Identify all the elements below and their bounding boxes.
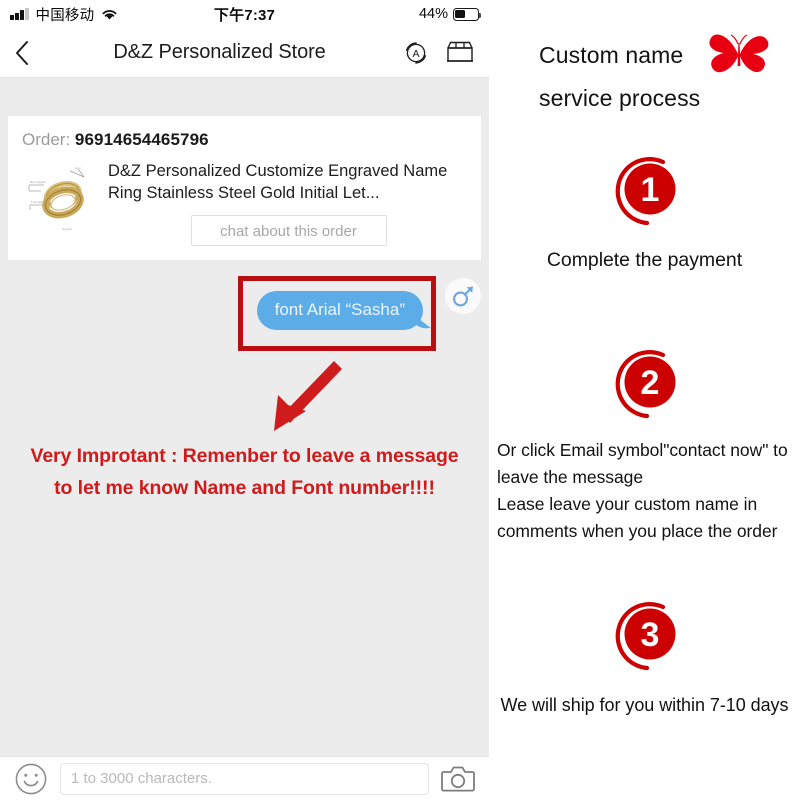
order-label: Order: [22,130,71,149]
step-1-number: 1 [640,171,659,209]
phone-screen: 中国移动 下午7:37 44% D&Z Personalized Store A… [0,0,489,800]
step-number-1-icon: 1 [615,157,675,226]
step-3-line-1: We will ship for you within 7-10 days [500,695,789,715]
step-2-badge: 2 [601,340,689,428]
screenshot-root: 中国移动 下午7:37 44% D&Z Personalized Store A… [0,0,800,800]
auto-translate-icon[interactable]: A [401,38,431,68]
storefront-icon[interactable] [445,39,475,67]
svg-text:ring size: ring size [62,227,72,231]
camera-icon[interactable] [441,764,475,794]
process-step-1: 1 Complete the payment [489,147,800,275]
step-2-number: 2 [640,364,659,402]
male-symbol-avatar-icon [453,286,474,307]
order-card-body: 8mm engrave 6 mm wide 1mm ring size D&Z … [22,161,469,246]
down-left-arrow-icon [274,361,342,431]
warning-line-2: to let me know Name and Font number!!!! [54,476,435,499]
svg-text:8mm engrave: 8mm engrave [30,180,46,184]
carrier-label: 中国移动 [35,7,95,24]
page-title: D&Z Personalized Store [113,41,326,63]
step-2-line-3: Lease leave your custom name in [497,494,758,515]
battery-icon [453,7,482,21]
butterfly-icon [709,34,769,73]
chevron-left-icon [16,40,28,65]
message-bubble[interactable]: font Arial “Sasha” [256,291,423,331]
back-button[interactable] [14,38,40,68]
warning-line-1: Very Improtant : Remenber to leave a mes… [30,445,459,467]
status-bar-left: 中国移动 [10,4,118,25]
heading-line-2: service process [539,85,701,111]
message-input[interactable] [60,762,429,795]
warning-text: Very Improtant : Remenber to leave a mes… [0,441,489,504]
step-3-text: We will ship for you within 7-10 days [489,692,800,720]
status-bar-right: 44% [418,6,482,22]
step-2-line-4: comments when you place the order [497,521,778,542]
step-3-number: 3 [640,616,659,654]
product-title: D&Z Personalized Customize Engraved Name… [108,162,448,202]
avatar[interactable] [445,278,481,314]
gold-ring-image: 8mm engrave 6 mm wide 1mm ring size [22,161,98,237]
step-number-3-icon: 3 [615,602,675,671]
step-2-text: Or click Email symbol"contact now" to le… [489,437,800,546]
step-number-2-icon: 2 [615,350,675,419]
order-card[interactable]: Order: 96914654465796 8mm engrave 6 mm w… [8,116,481,260]
service-process-panel: Custom name service process 1 Complete t… [489,0,800,800]
order-number: 96914654465796 [74,130,209,149]
process-step-3: 3 We will ship for you within 7-10 days [489,592,800,720]
butterfly-decoration [706,30,772,83]
step-2-line-2: leave the message [497,467,644,488]
step-1-line-1: Complete the payment [546,249,743,271]
product-thumbnail[interactable]: 8mm engrave 6 mm wide 1mm ring size [22,161,98,237]
status-bar: 中国移动 下午7:37 44% [0,0,489,28]
red-highlight-box: font Arial “Sasha” [237,276,436,352]
smiley-face-icon[interactable] [14,762,48,796]
heading-line-1: Custom name [539,42,684,68]
chat-scroll-area: Order: 96914654465796 8mm engrave 6 mm w… [0,79,489,756]
battery-percent-label: 44% [418,6,448,22]
step-1-badge: 1 [601,147,689,235]
svg-text:1mm: 1mm [75,166,81,170]
navigation-actions: A [401,38,475,68]
wifi-icon [102,9,117,20]
order-number-row: Order: 96914654465796 [22,130,469,150]
svg-text:A: A [412,48,419,60]
order-card-details: D&Z Personalized Customize Engraved Name… [108,161,469,246]
step-3-badge: 3 [601,592,689,680]
navigation-bar: D&Z Personalized Store A [0,28,489,78]
svg-text:6 mm wide: 6 mm wide [31,200,44,204]
panel-heading: Custom name service process [489,26,800,126]
process-step-2: 2 Or click Email symbol"contact now" to … [489,340,800,546]
annotation-arrow [262,357,348,448]
step-1-text: Complete the payment [489,245,800,275]
message-input-bar [0,756,489,800]
cellular-signal-icon [10,8,29,20]
chat-about-this-order-button[interactable]: chat about this order [190,214,387,246]
outgoing-message-row: font Arial “Sasha” [0,276,489,352]
step-2-line-1: Or click Email symbol"contact now" to [497,440,788,460]
